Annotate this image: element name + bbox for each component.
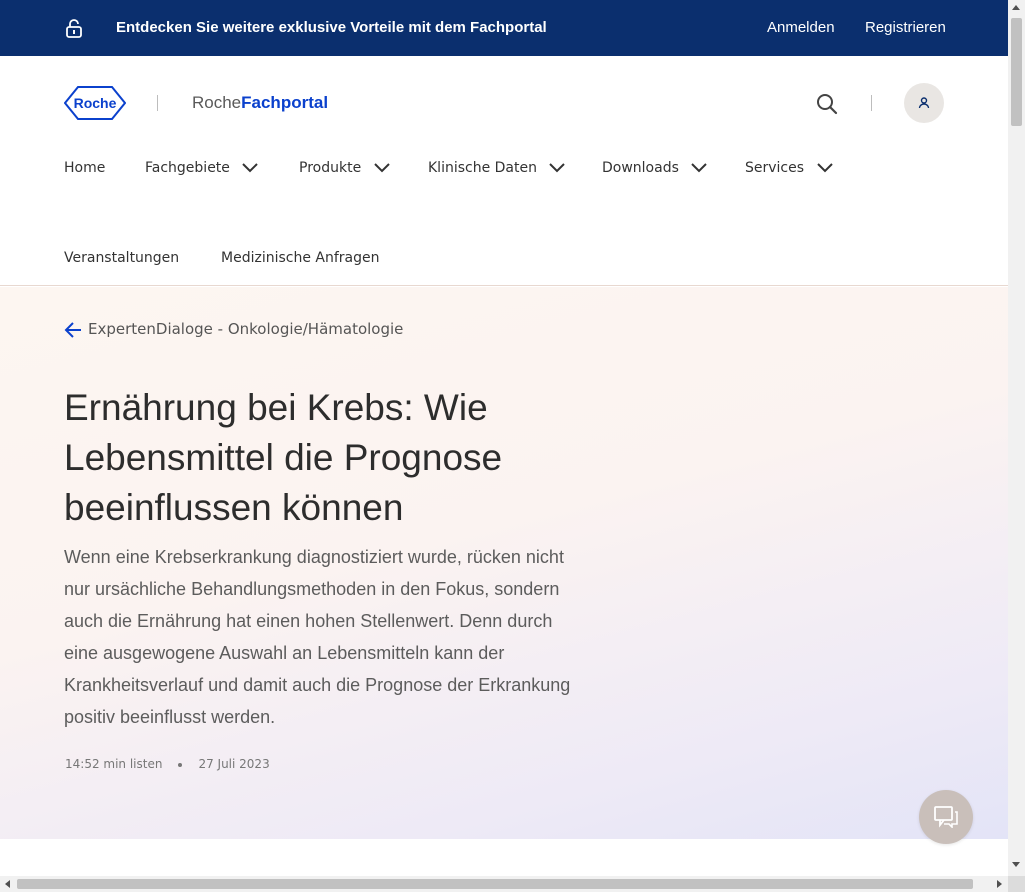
login-link[interactable]: Anmelden — [767, 19, 835, 36]
chevron-down-icon — [242, 163, 259, 173]
publish-date: 27 Juli 2023 — [198, 757, 270, 771]
nav-item-services[interactable]: Services — [745, 160, 833, 176]
logo-divider — [157, 95, 158, 111]
header-divider — [871, 95, 872, 111]
nav-item-label: Veranstaltungen — [64, 250, 180, 266]
article-meta: 14:52 min listen 27 Juli 2023 — [65, 757, 270, 771]
nav-item-label: Home — [64, 160, 106, 176]
logo-text: Roche — [74, 95, 117, 111]
nav-item-label: Downloads — [602, 160, 679, 176]
promo-bar: Entdecken Sie weitere exklusive Vorteile… — [0, 0, 1008, 56]
nav-item-label: Klinische Daten — [428, 160, 537, 176]
nav-item-veranstaltungen[interactable]: Veranstaltungen — [64, 250, 179, 266]
nav-item-label: Produkte — [299, 160, 362, 176]
chat-button[interactable] — [919, 790, 973, 844]
brand-bold: Fachportal — [241, 93, 329, 112]
nav-item-fachgebiete[interactable]: Fachgebiete — [145, 160, 259, 176]
nav-item-klinische-daten[interactable]: Klinische Daten — [428, 160, 566, 176]
chevron-down-icon — [691, 163, 708, 173]
chat-icon — [934, 806, 958, 828]
chevron-down-icon — [373, 163, 390, 173]
brand-name[interactable]: RocheFachportal — [192, 93, 328, 113]
back-link[interactable]: ExpertenDialoge - Onkologie/Hämatologie — [64, 320, 403, 338]
scroll-left-arrow[interactable] — [5, 880, 10, 888]
read-time: 14:52 min listen — [65, 757, 163, 771]
scrollbar-corner — [1008, 876, 1025, 892]
nav-item-label: Medizinische Anfragen — [221, 250, 380, 266]
vertical-scrollbar[interactable] — [1008, 0, 1025, 876]
horizontal-scroll-thumb[interactable] — [17, 879, 973, 889]
site-header: Roche RocheFachportal Home Fachgebiete P… — [0, 56, 1008, 286]
horizontal-scrollbar[interactable] — [0, 876, 1008, 892]
arrow-left-icon — [64, 321, 81, 338]
promo-text: Entdecken Sie weitere exklusive Vorteile… — [116, 19, 547, 36]
article-hero: ExpertenDialoge - Onkologie/Hämatologie … — [0, 287, 1008, 839]
user-icon — [918, 97, 930, 109]
nav-item-downloads[interactable]: Downloads — [602, 160, 708, 176]
nav-item-home[interactable]: Home — [64, 160, 105, 176]
nav-item-label: Services — [745, 160, 805, 176]
roche-logo[interactable]: Roche — [64, 86, 126, 120]
unlock-icon — [66, 19, 82, 38]
user-account-button[interactable] — [904, 83, 944, 123]
brand-light: Roche — [192, 93, 242, 112]
chevron-down-icon — [549, 163, 566, 173]
article-title: Ernährung bei Krebs: Wie Lebensmittel di… — [64, 387, 503, 528]
search-icon[interactable] — [815, 92, 839, 116]
scroll-up-arrow[interactable] — [1012, 5, 1020, 10]
nav-item-medizinische-anfragen[interactable]: Medizinische Anfragen — [221, 250, 379, 266]
scroll-down-arrow[interactable] — [1012, 862, 1020, 867]
vertical-scroll-thumb[interactable] — [1011, 18, 1022, 126]
back-link-label: ExpertenDialoge - Onkologie/Hämatologie — [88, 320, 404, 338]
article-lead: Wenn eine Krebserkrankung diagnostiziert… — [64, 547, 571, 727]
meta-separator — [178, 762, 183, 767]
nav-item-produkte[interactable]: Produkte — [299, 160, 390, 176]
chevron-down-icon — [816, 163, 833, 173]
scroll-right-arrow[interactable] — [997, 880, 1002, 888]
nav-item-label: Fachgebiete — [145, 160, 230, 176]
register-link[interactable]: Registrieren — [865, 19, 946, 36]
